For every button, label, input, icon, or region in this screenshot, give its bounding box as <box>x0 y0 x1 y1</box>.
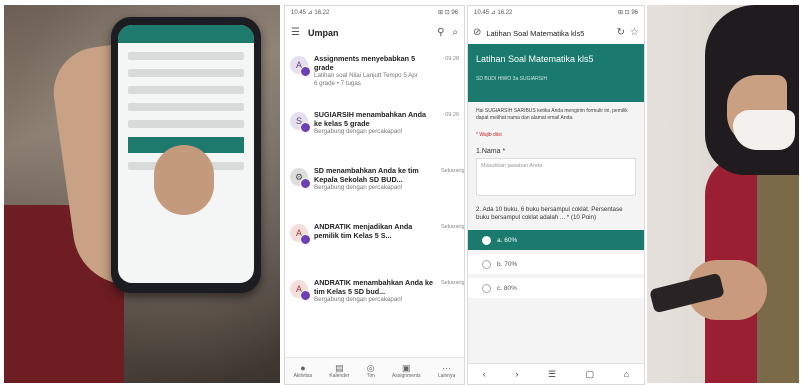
browser-nav: ‹ › ☰ ▢ ⌂ <box>468 363 644 384</box>
menu-icon[interactable]: ☰ <box>291 28 300 38</box>
school-logo-avatar: ⚙ <box>290 168 311 189</box>
avatar: A <box>290 56 311 77</box>
avatar: A <box>290 224 311 245</box>
more-icon: ⋯ <box>442 363 452 373</box>
option-c[interactable]: c. 80% <box>468 278 644 298</box>
form-owner: SD BUDI HIWO 3a SUGIARSIH <box>476 76 548 82</box>
nav-label: Tim <box>366 373 375 379</box>
feed-item-title: ANDRATIK menjadikan Anda pemilik tim Kel… <box>314 222 413 240</box>
refresh-icon[interactable]: ↻ <box>617 28 625 38</box>
option-label: c. 80% <box>497 284 517 292</box>
status-icons: ⊞ ⊡ 96 <box>437 10 458 16</box>
form-tab-title: Latihan Soal Matematika kls5 <box>486 28 585 38</box>
menu-icon[interactable]: ☰ <box>548 369 556 380</box>
status-icons: ⊞ ⊡ 96 <box>617 10 638 16</box>
bottom-nav: ● Aktivitas ▤ Kalender ◎ Tim ▣ Assignments ⋯… <box>285 357 464 384</box>
feed-item-time: Sekarang <box>441 280 465 286</box>
screen-row <box>128 69 244 77</box>
feed-item-subtitle: 6 grade • 7 tugas <box>314 80 361 87</box>
screen-row <box>128 52 244 60</box>
status-time: 10.45 ⊿ 16.22 <box>474 10 513 16</box>
nav-label: Kalender <box>329 373 350 379</box>
feed-item-time: Sekarang <box>441 224 465 230</box>
feed-item-subtitle: Bergabung dengan percakapan! <box>314 184 403 191</box>
nav-activity[interactable]: ● Aktivitas <box>294 363 313 379</box>
feed-item-time: Sekarang <box>441 168 465 174</box>
nav-label: Lainnya <box>437 373 456 379</box>
forward-icon[interactable]: › <box>515 369 518 379</box>
thumb <box>154 145 214 215</box>
form-description: Hai SUGIARSIH SARIBUS ketika Anda mengir… <box>476 108 628 121</box>
feed-item-subtitle: Bergabung dengan percakapan! <box>314 296 403 303</box>
feed-item-title: SUGIARSIH menambahkan Anda ke kelas 5 gr… <box>314 110 426 128</box>
back-icon[interactable]: ‹ <box>483 369 486 379</box>
avatar: S <box>290 112 311 133</box>
feed-item-time: 09.28 <box>445 56 459 62</box>
feed-item[interactable]: S SUGIARSIH menambahkan Anda ke kelas 5 … <box>285 110 464 166</box>
feed-item-time: 09.26 <box>445 112 459 118</box>
status-time: 10.45 ⊿ 16.22 <box>291 10 330 16</box>
screen-row <box>128 86 244 94</box>
radio-icon <box>482 259 491 269</box>
form-title: Latihan Soal Matematika kls5 <box>476 54 594 64</box>
feed-item-subtitle: Latihan soal Nilai Lanjutt Tempo 5 Apr <box>314 72 418 79</box>
screen-row <box>128 103 244 111</box>
nav-calendar[interactable]: ▤ Kalender <box>329 363 349 379</box>
star-icon[interactable]: ☆ <box>630 28 639 38</box>
form-banner: Latihan Soal Matematika kls5 SD BUDI HIW… <box>468 44 644 102</box>
assignments-icon: ▣ <box>402 363 411 373</box>
form-icon: ⊘ <box>473 27 482 38</box>
screenshot-quiz-form: 10.45 ⊿ 16.22 ⊞ ⊡ 96 ⊘ Latihan Soal Mate… <box>467 5 645 385</box>
nav-teams[interactable]: ◎ Tim <box>367 363 375 379</box>
radio-icon <box>482 283 491 293</box>
filter-icon[interactable]: ⚲ <box>437 28 444 38</box>
feed-item-title: SD menambahkan Anda ke tim Kepala Sekola… <box>314 166 419 184</box>
home-icon[interactable]: ⌂ <box>624 369 629 379</box>
face-mask <box>733 110 795 150</box>
photo-hand-holding-phone <box>4 5 280 383</box>
status-bar: 10.45 ⊿ 16.22 ⊞ ⊡ 96 <box>285 6 464 22</box>
nav-more[interactable]: ⋯ Lainnya <box>438 363 456 379</box>
option-label: a. 60% <box>497 236 518 244</box>
page-title: Umpan <box>307 28 339 38</box>
option-b[interactable]: b. 70% <box>468 254 644 274</box>
feed-item[interactable]: A Assignments menyebabkan 5 grade Latiha… <box>285 54 464 110</box>
nav-assignments[interactable]: ▣ Assignments <box>392 363 421 379</box>
bell-icon: ● <box>300 363 306 373</box>
browser-bar: ⊘ Latihan Soal Matematika kls5 ↻ ☆ <box>468 22 644 44</box>
scarf <box>757 155 799 383</box>
name-answer-input[interactable]: Masukkan jawaban Anda <box>476 158 636 196</box>
teams-icon: ◎ <box>366 363 375 373</box>
status-bar: 10.45 ⊿ 16.22 ⊞ ⊡ 96 <box>468 6 644 22</box>
option-a[interactable]: a. 60% <box>468 230 644 250</box>
screenshot-umpan-feed: 10.45 ⊿ 16.22 ⊞ ⊡ 96 ☰ Umpan ⚲ ⌕ A Assig… <box>284 5 465 385</box>
photo-student-using-phone <box>647 5 799 383</box>
question-2-label: 2. Ada 10 buku, 6 buku bersampul coklat.… <box>476 206 623 221</box>
tabs-icon[interactable]: ▢ <box>586 369 595 380</box>
nav-label: Aktivitas <box>293 373 313 379</box>
avatar: A <box>290 280 311 301</box>
feed-item-title: ANDRATIK menambahkan Anda ke tim Kelas 5… <box>314 278 434 296</box>
screen-row <box>128 120 244 128</box>
radio-icon <box>482 235 491 245</box>
feed-item-title: Assignments menyebabkan 5 grade <box>314 54 416 72</box>
screen-header <box>118 25 254 43</box>
feed-item[interactable]: A ANDRATIK menambahkan Anda ke tim Kelas… <box>285 278 464 334</box>
app-header: ☰ Umpan ⚲ ⌕ <box>285 22 464 44</box>
feed-item[interactable]: A ANDRATIK menjadikan Anda pemilik tim K… <box>285 222 464 278</box>
feed-item-subtitle: Bergabung dengan percakapan! <box>314 128 403 135</box>
calendar-icon: ▤ <box>335 363 344 373</box>
activity-feed: A Assignments menyebabkan 5 grade Latiha… <box>285 54 464 334</box>
option-label: b. 70% <box>497 260 518 268</box>
search-icon[interactable]: ⌕ <box>452 28 458 38</box>
feed-item[interactable]: ⚙ SD menambahkan Anda ke tim Kepala Seko… <box>285 166 464 222</box>
required-note: * Wajib diisi <box>476 132 502 138</box>
nav-label: Assignments <box>392 373 421 379</box>
question-1-label: 1.Nama * <box>476 148 506 155</box>
